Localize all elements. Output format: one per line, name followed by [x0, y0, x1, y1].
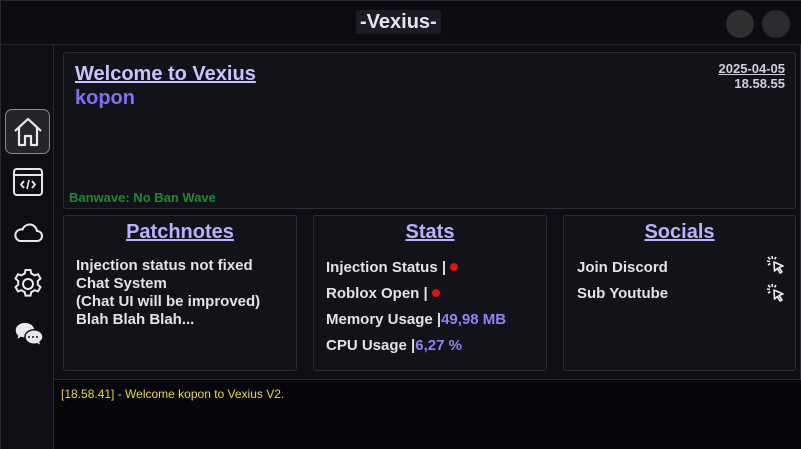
banwave-status: Banwave: No Ban Wave: [69, 190, 216, 205]
cloud-icon: [13, 223, 43, 242]
sidebar-item-editor[interactable]: [5, 159, 50, 204]
click-cursor-icon[interactable]: [765, 282, 787, 304]
minimize-button[interactable]: [726, 10, 754, 38]
cpu-usage-row: CPU Usage |6,27 %: [326, 337, 462, 354]
injection-status-row: Injection Status |: [326, 259, 459, 276]
click-cursor-icon[interactable]: [765, 254, 787, 276]
username: kopon: [75, 87, 135, 109]
gear-icon: [13, 268, 42, 297]
patchnote-item: Chat System: [76, 275, 167, 292]
patchnote-item: Injection status not fixed: [76, 257, 253, 274]
sidebar-item-chat[interactable]: [5, 310, 50, 355]
sidebar: [1, 45, 54, 449]
injection-status-label: Injection Status |: [326, 259, 447, 276]
app-window: -Vexius- Welcome to Vexius kopon 2025-04…: [0, 0, 801, 449]
close-button[interactable]: [762, 10, 790, 38]
welcome-panel: Welcome to Vexius kopon 2025-04-05 18.58…: [63, 52, 796, 209]
patchnote-item: Blah Blah Blah...: [76, 311, 195, 328]
welcome-title: Welcome to Vexius: [75, 63, 256, 85]
socials-title: Socials: [644, 221, 715, 243]
roblox-open-indicator: [431, 289, 440, 297]
stats-title: Stats: [405, 221, 455, 243]
time-label: 18.58.55: [734, 76, 785, 91]
roblox-open-row: Roblox Open |: [326, 285, 440, 302]
stats-card: Stats Injection Status | Roblox Open | M…: [313, 215, 547, 371]
chat-bubbles-icon: [13, 320, 44, 348]
patchnotes-list: Injection status not fixed Chat System (…: [76, 257, 260, 329]
sidebar-item-settings[interactable]: [5, 261, 50, 306]
cpu-usage-value: 6,27 %: [415, 337, 462, 354]
home-icon: [13, 117, 42, 146]
window-title: -Vexius-: [356, 10, 441, 34]
sidebar-item-cloud[interactable]: [5, 210, 50, 255]
memory-usage-value: 49,98 MB: [441, 311, 507, 328]
console-line: [18.58.41] - Welcome kopon to Vexius V2.: [61, 387, 285, 401]
patchnotes-title: Patchnotes: [126, 221, 234, 243]
title-bar[interactable]: -Vexius-: [1, 1, 801, 45]
memory-usage-label: Memory Usage |: [326, 311, 442, 328]
cpu-usage-label: CPU Usage |: [326, 337, 416, 354]
sidebar-item-home[interactable]: [5, 109, 50, 154]
patchnotes-card: Patchnotes Injection status not fixed Ch…: [63, 215, 297, 371]
injection-status-indicator: [450, 263, 459, 271]
date-label: 2025-04-05: [718, 61, 786, 76]
patchnote-item: (Chat UI will be improved): [76, 293, 261, 310]
roblox-open-label: Roblox Open |: [326, 285, 428, 302]
socials-card: Socials Join Discord Sub Youtube: [563, 215, 796, 371]
sub-youtube-link[interactable]: Sub Youtube: [577, 285, 668, 302]
code-window-icon: [12, 167, 43, 196]
console-output[interactable]: [18.58.41] - Welcome kopon to Vexius V2.: [54, 379, 801, 449]
join-discord-link[interactable]: Join Discord: [577, 259, 668, 276]
memory-usage-row: Memory Usage |49,98 MB: [326, 311, 506, 328]
